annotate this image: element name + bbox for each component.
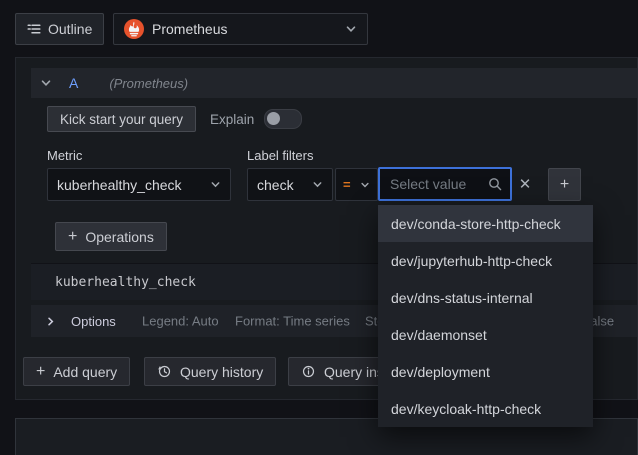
plus-icon: + [36,362,46,380]
metric-select[interactable]: kuberhealthy_check [47,168,231,201]
outline-list-icon [27,22,41,36]
filter-label-select[interactable]: check [247,168,333,201]
dropdown-option[interactable]: dev/dns-status-internal [378,279,593,316]
dropdown-option[interactable]: dev/deployment [378,353,593,390]
datasource-picker-value: Prometheus [152,21,228,37]
filter-label-value: check [257,176,294,193]
options-legend: Legend: Auto [142,313,219,329]
info-circle-icon [301,364,316,379]
explain-control: Explain [210,106,303,132]
add-query-button[interactable]: + Add query [23,357,131,386]
label-filters-label: Label filters [247,148,314,163]
query-ref-id: A [69,75,79,91]
query-preview-text: kuberhealthy_check [55,274,196,290]
explain-toggle[interactable] [264,109,303,129]
filter-operator-select[interactable]: = [335,168,378,201]
dropdown-option[interactable]: dev/keycloak-http-check [378,390,593,427]
kick-start-query-label: Kick start your query [60,111,184,127]
filter-value-input[interactable] [388,175,488,193]
chevron-down-icon [345,23,357,35]
operations-button-label: Operations [85,228,154,245]
chevron-down-icon[interactable] [40,77,52,89]
metric-select-value: kuberhealthy_check [57,176,182,193]
toggle-knob [267,111,281,125]
chevron-down-icon [312,179,323,190]
add-filter-button[interactable]: + [548,168,581,201]
filter-operator-value: = [343,177,351,192]
operations-button[interactable]: + Operations [55,222,167,251]
options-format: Format: Time series [235,313,350,329]
kick-start-query-button[interactable]: Kick start your query [47,106,197,132]
history-icon [157,364,172,379]
outline-button[interactable]: Outline [15,13,105,45]
datasource-picker[interactable]: Prometheus [113,13,368,45]
options-title: Options [71,313,116,329]
query-datasource-hint: (Prometheus) [109,75,189,91]
add-query-label: Add query [53,363,118,380]
query-row-header[interactable]: A (Prometheus) [31,68,637,98]
chevron-down-icon [210,179,221,190]
plus-icon: + [68,227,78,245]
search-icon [488,177,502,191]
plus-icon: + [559,175,570,193]
dropdown-option[interactable]: dev/jupyterhub-http-check [378,242,593,279]
query-history-button[interactable]: Query history [144,357,277,386]
dropdown-option[interactable]: dev/conda-store-http-check [378,205,593,242]
chevron-down-icon [360,180,370,190]
chevron-right-icon [45,316,56,327]
filter-value-input-wrap [378,167,512,201]
query-history-label: Query history [180,363,264,380]
outline-button-label: Outline [48,21,93,37]
remove-filter-button[interactable]: ✕ [513,170,537,198]
value-dropdown-menu: dev/conda-store-http-check dev/jupyterhu… [378,205,593,427]
dropdown-option[interactable]: dev/daemonset [378,316,593,353]
prometheus-logo-icon [124,19,144,39]
metric-label: Metric [47,148,83,163]
explain-label: Explain [210,111,255,127]
